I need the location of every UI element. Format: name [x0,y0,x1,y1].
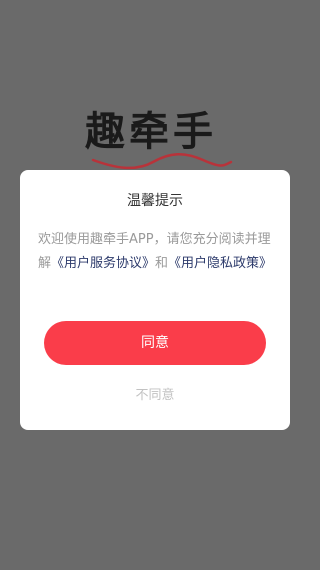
dialog-connector-text: 和 [155,256,169,271]
app-logo: 趣牵手 [85,108,235,170]
dialog-message: 欢迎使用趣牵手APP，请您充分阅读并理解《用户服务协议》和《用户隐私政策》 [38,228,273,276]
logo-swash-icon [91,153,233,170]
privacy-dialog: 温馨提示 欢迎使用趣牵手APP，请您充分阅读并理解《用户服务协议》和《用户隐私政… [20,170,290,430]
user-agreement-link[interactable]: 《用户服务协议》 [51,256,155,271]
dialog-title: 温馨提示 [127,193,183,209]
disagree-button[interactable]: 不同意 [105,384,205,408]
privacy-policy-link[interactable]: 《用户隐私政策》 [168,256,272,271]
agree-button[interactable]: 同意 [44,321,266,365]
